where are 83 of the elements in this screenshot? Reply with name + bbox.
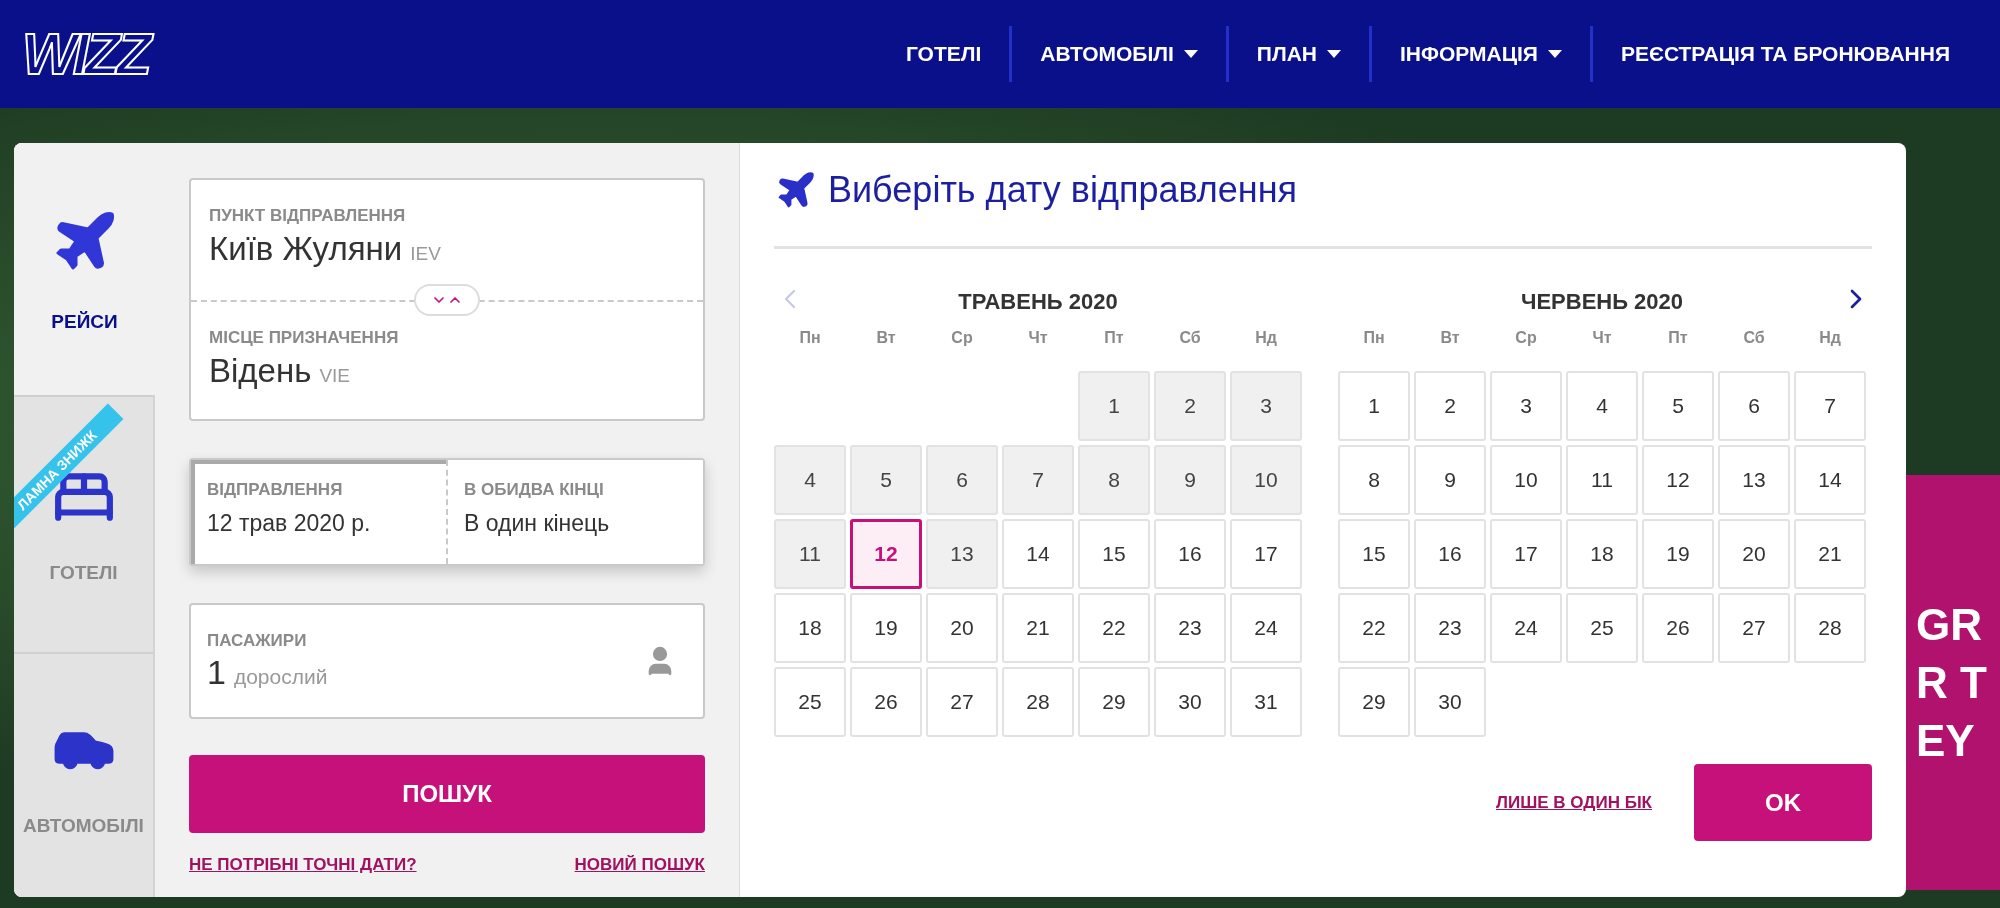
- date-button[interactable]: 18: [774, 593, 846, 663]
- date-button[interactable]: 20: [926, 593, 998, 663]
- date-button[interactable]: 16: [1414, 519, 1486, 589]
- date-button[interactable]: 28: [1794, 593, 1866, 663]
- promo-text: GR: [1916, 602, 1982, 647]
- date-button[interactable]: 16: [1154, 519, 1226, 589]
- text-link[interactable]: НОВИЙ ПОШУК: [574, 855, 705, 875]
- weekday-label: Чт: [1027, 328, 1049, 348]
- weekday-label: Сб: [1742, 328, 1766, 348]
- weekday-label: Пн: [1362, 328, 1386, 348]
- date-button[interactable]: 27: [926, 667, 998, 737]
- date-button[interactable]: 10: [1490, 445, 1562, 515]
- date-button[interactable]: 27: [1718, 593, 1790, 663]
- weekday-label: Сб: [1178, 328, 1202, 348]
- month-title: ТРАВЕНЬ 2020: [958, 289, 1118, 316]
- weekday-label: Вт: [875, 328, 897, 348]
- date-button[interactable]: 29: [1338, 667, 1410, 737]
- date-button[interactable]: 31: [1230, 667, 1302, 737]
- origin-field[interactable]: ПУНКТ ВІДПРАВЛЕННЯ Київ Жуляни IEV: [191, 180, 703, 300]
- nav-link[interactable]: ПЛАН: [1225, 26, 1369, 82]
- date-button[interactable]: 22: [1338, 593, 1410, 663]
- passengers-field[interactable]: ПАСАЖИРИ 1 дорослий: [189, 603, 705, 719]
- date-button[interactable]: 14: [1794, 445, 1866, 515]
- date-button[interactable]: 5: [1642, 371, 1714, 441]
- date-button[interactable]: 6: [1718, 371, 1790, 441]
- weekday-label: Вт: [1439, 328, 1461, 348]
- date-button[interactable]: 12: [850, 519, 922, 589]
- date-button[interactable]: 14: [1002, 519, 1074, 589]
- weekday-label: Нд: [1818, 328, 1842, 348]
- date-button[interactable]: 20: [1718, 519, 1790, 589]
- date-button[interactable]: 23: [1414, 593, 1486, 663]
- promo-text: R T: [1916, 660, 1987, 705]
- nav-link[interactable]: ІНФОРМАЦІЯ: [1369, 26, 1590, 82]
- date-button[interactable]: 7: [1794, 371, 1866, 441]
- date-button[interactable]: 9: [1414, 445, 1486, 515]
- date-button[interactable]: 19: [1642, 519, 1714, 589]
- destination-field[interactable]: МІСЦЕ ПРИЗНАЧЕННЯ Відень VIE: [191, 300, 703, 419]
- date-button[interactable]: 15: [1078, 519, 1150, 589]
- date-button[interactable]: 17: [1490, 519, 1562, 589]
- date-button[interactable]: 26: [850, 667, 922, 737]
- date-button[interactable]: 30: [1154, 667, 1226, 737]
- month-title: ЧЕРВЕНЬ 2020: [1520, 289, 1684, 316]
- ok-button[interactable]: OK: [1694, 764, 1872, 841]
- weekday-label: Нд: [1254, 328, 1278, 348]
- weekday-label: Чт: [1591, 328, 1613, 348]
- date-button[interactable]: 22: [1078, 593, 1150, 663]
- date-button[interactable]: 23: [1154, 593, 1226, 663]
- date-button[interactable]: 29: [1078, 667, 1150, 737]
- text-link[interactable]: НЕ ПОТРІБНІ ТОЧНІ ДАТИ?: [189, 855, 417, 875]
- date-button[interactable]: 17: [1230, 519, 1302, 589]
- date-button[interactable]: 13: [1718, 445, 1790, 515]
- date-button[interactable]: 21: [1002, 593, 1074, 663]
- promo-text: EY: [1916, 718, 1975, 763]
- search-button[interactable]: ПОШУК: [189, 755, 705, 833]
- date-button[interactable]: 15: [1338, 519, 1410, 589]
- weekday-label: Ср: [1514, 328, 1538, 348]
- weekday-label: Пн: [798, 328, 822, 348]
- date-button[interactable]: 2: [1414, 371, 1486, 441]
- weekday-label: Пт: [1667, 328, 1689, 348]
- weekday-label: Ср: [950, 328, 974, 348]
- date-button[interactable]: 24: [1230, 593, 1302, 663]
- date-button[interactable]: 3: [1490, 371, 1562, 441]
- date-button[interactable]: 18: [1566, 519, 1638, 589]
- date-button[interactable]: 26: [1642, 593, 1714, 663]
- date-button[interactable]: 28: [1002, 667, 1074, 737]
- date-button[interactable]: 1: [1338, 371, 1410, 441]
- weekday-label: Пт: [1103, 328, 1125, 348]
- date-button[interactable]: 12: [1642, 445, 1714, 515]
- date-button[interactable]: 30: [1414, 667, 1486, 737]
- date-button[interactable]: 25: [1566, 593, 1638, 663]
- date-button[interactable]: 25: [774, 667, 846, 737]
- date-button[interactable]: 21: [1794, 519, 1866, 589]
- date-button[interactable]: 11: [1566, 445, 1638, 515]
- date-button[interactable]: 19: [850, 593, 922, 663]
- text-link[interactable]: ЛИШЕ В ОДИН БІК: [1496, 792, 1652, 813]
- nav-link[interactable]: АВТОМОБІЛІ: [1009, 26, 1226, 82]
- calendar-title: Виберіть дату відправлення: [828, 169, 1297, 211]
- nav-link[interactable]: ГОТЕЛІ: [877, 26, 1010, 82]
- date-button[interactable]: 24: [1490, 593, 1562, 663]
- date-button[interactable]: 8: [1338, 445, 1410, 515]
- nav-link[interactable]: РЕЄСТРАЦІЯ ТА БРОНЮВАННЯ: [1589, 26, 1978, 82]
- date-button[interactable]: 4: [1566, 371, 1638, 441]
- swap-button[interactable]: [414, 284, 480, 316]
